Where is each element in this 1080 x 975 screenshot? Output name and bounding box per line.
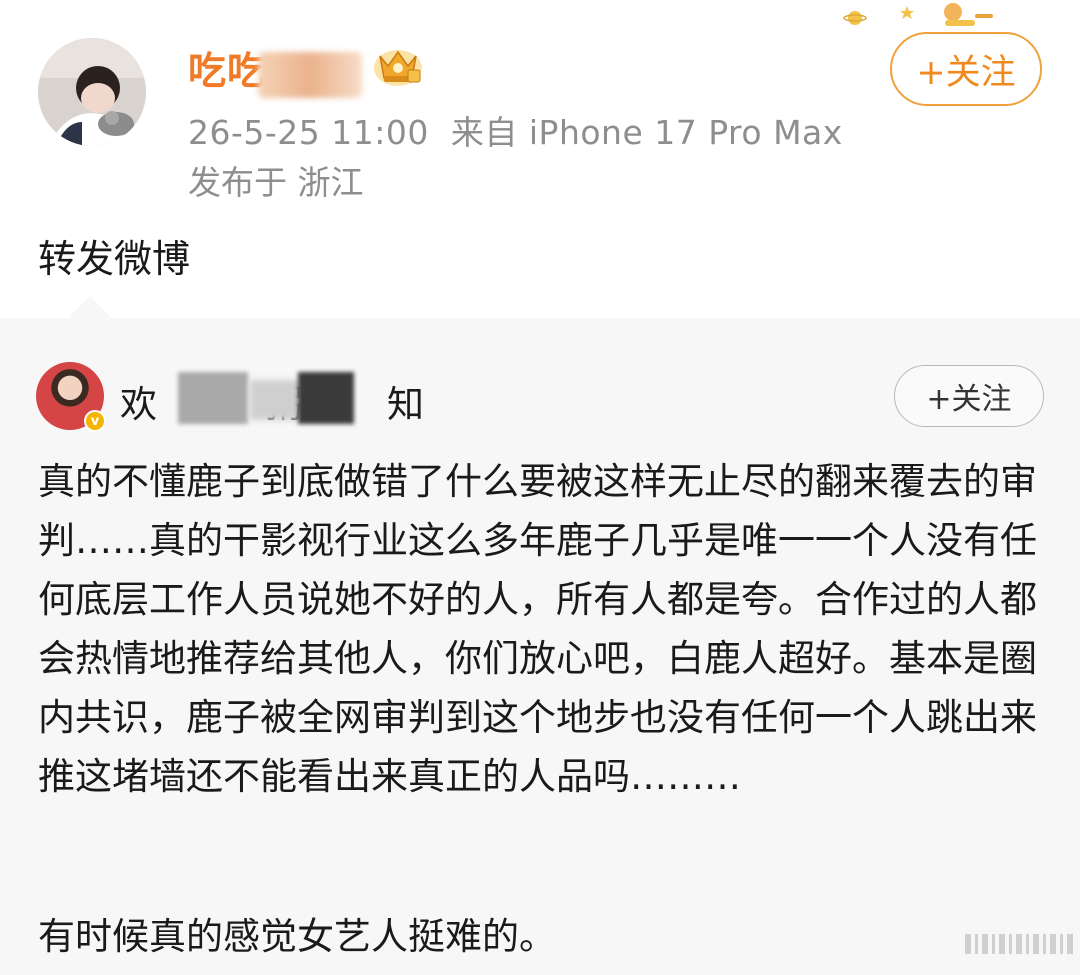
- author-avatar[interactable]: [38, 38, 146, 146]
- watermark-bars-icon: [965, 934, 1073, 954]
- repost-text: 转发微博: [38, 237, 191, 281]
- author-avatar-image: [38, 38, 146, 146]
- follow-button[interactable]: +关注: [890, 32, 1042, 106]
- crown-vip-icon: [374, 50, 422, 86]
- planet-decoration-icon: [843, 3, 993, 26]
- verified-badge-icon: v: [84, 410, 106, 432]
- post-source: 来自 iPhone 17 Pro Max: [450, 113, 843, 152]
- post-meta: 26-5-25 11:00 来自 iPhone 17 Pro Max: [188, 106, 843, 154]
- author-username[interactable]: 吃吃: [188, 40, 266, 95]
- post-timestamp: 26-5-25 11:00: [188, 113, 429, 152]
- post-location: 发布于 浙江: [188, 163, 364, 202]
- quoted-post-body: 真的不懂鹿子到底做错了什么要被这样无止尽的翻来覆去的审判……真的干影视行业这么多…: [38, 460, 1037, 798]
- quoted-post-body-last-line: 有时候真的感觉女艺人挺难的。: [38, 915, 556, 958]
- username-redaction: [250, 380, 300, 420]
- quoted-username-suffix: 知: [387, 383, 424, 426]
- quoted-username-prefix: 欢: [120, 383, 157, 426]
- username-redaction: [178, 372, 248, 424]
- username-redaction: [298, 372, 354, 424]
- quoted-follow-button[interactable]: +关注: [894, 365, 1044, 427]
- username-redaction: [258, 52, 362, 98]
